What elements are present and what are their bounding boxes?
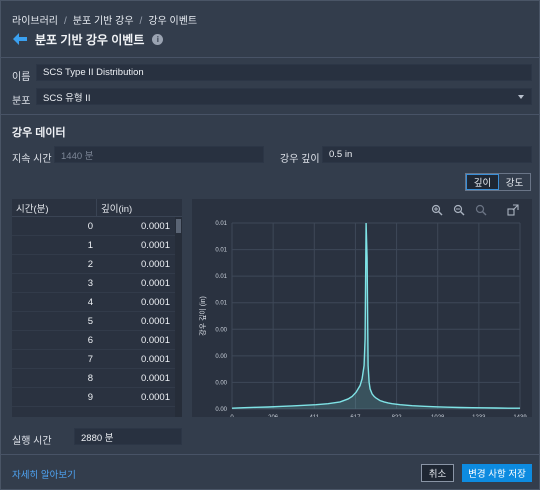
x-tick-label: 1233 [472,415,486,417]
cell-time[interactable]: 7 [12,350,97,368]
breadcrumb-item-distribution-rainfall[interactable]: 분포 기반 강우 [73,16,134,27]
cell-time[interactable]: 1 [12,236,97,254]
chevron-down-icon [518,95,524,99]
cell-depth[interactable]: 0.0001 [97,388,174,406]
back-arrow-icon[interactable] [12,32,28,46]
cell-time[interactable]: 0 [12,217,97,235]
table-row[interactable]: 5 0.0001 [12,312,182,331]
cell-time[interactable]: 8 [12,369,97,387]
column-header-depth[interactable]: 깊이(in) [97,199,174,216]
y-tick-label: 0.00 [215,327,227,333]
table-row[interactable]: 1 0.0001 [12,236,182,255]
page-title: 분포 기반 강우 이벤트 [35,32,145,47]
depth-intensity-toggle: 깊이 강도 [465,173,531,191]
cell-depth[interactable]: 0.0001 [97,217,174,235]
cancel-button[interactable]: 취소 [421,464,454,482]
cell-depth[interactable]: 0.0001 [97,350,174,368]
table-scrollbar[interactable] [175,217,182,417]
table-row[interactable]: 4 0.0001 [12,293,182,312]
cell-depth[interactable]: 0.0001 [97,236,174,254]
x-tick-label: 206 [268,415,279,417]
learn-more-link[interactable]: 자세히 알아보기 [12,467,76,481]
cell-depth[interactable]: 0.0001 [97,274,174,292]
y-tick-label: 0.01 [215,274,227,280]
rain-data-heading: 강우 데이터 [12,127,66,139]
cell-time[interactable]: 4 [12,293,97,311]
distribution-label: 분포 [12,96,31,107]
y-axis-title: 강우 깊이 (in) [198,296,207,336]
y-tick-label: 0.01 [215,248,227,254]
cell-depth[interactable]: 0.0001 [97,369,174,387]
y-tick-label: 0.01 [215,301,227,307]
table-scrollbar-thumb[interactable] [176,219,181,233]
distribution-select[interactable]: SCS 유형 II [36,88,532,105]
cell-time[interactable]: 5 [12,312,97,330]
duration-input[interactable]: 1440 분 [54,146,264,163]
y-tick-label: 0.00 [215,407,227,413]
name-input[interactable]: SCS Type II Distribution [36,64,532,81]
series-area [232,223,520,409]
cell-time[interactable]: 3 [12,274,97,292]
tab-intensity[interactable]: 강도 [499,174,530,190]
header-divider [0,57,540,58]
distribution-select-value: SCS 유형 II [43,92,91,104]
breadcrumb-item-library[interactable]: 라이브러리 [12,16,58,27]
run-time-label: 실행 시간 [12,436,52,447]
x-tick-label: 1028 [431,415,445,417]
column-header-time[interactable]: 시간(분) [12,199,97,216]
y-tick-label: 0.00 [215,354,227,360]
x-tick-label: 822 [392,415,403,417]
table-row[interactable]: 0 0.0001 [12,217,182,236]
cell-depth[interactable]: 0.0001 [97,293,174,311]
run-time-input[interactable]: 2880 분 [74,428,182,445]
table-row[interactable]: 3 0.0001 [12,274,182,293]
rain-depth-input[interactable]: 0.5 in [322,146,532,163]
breadcrumb-item-current: 강우 이벤트 [148,16,198,27]
name-label: 이름 [12,72,31,83]
tab-depth[interactable]: 깊이 [466,174,499,190]
x-tick-label: 411 [309,415,319,417]
cell-time[interactable]: 2 [12,255,97,273]
cell-depth[interactable]: 0.0001 [97,255,174,273]
table-row[interactable]: 7 0.0001 [12,350,182,369]
x-tick-label: 617 [350,415,361,417]
table-row[interactable]: 6 0.0001 [12,331,182,350]
cell-time[interactable]: 6 [12,331,97,349]
x-tick-label: 0 [230,415,234,417]
series-line [231,222,520,409]
y-tick-label: 0.00 [215,380,227,386]
rain-depth-chart: 0 206 411 617 822 1028 1233 1439 0.00 0.00 0.00 0.0… [198,221,527,417]
table-header: 시간(분) 깊이(in) [12,199,182,217]
table-row[interactable]: 2 0.0001 [12,255,182,274]
cell-depth[interactable]: 0.0001 [97,331,174,349]
rain-depth-label: 강우 깊이 [280,154,320,165]
rain-data-table: 시간(분) 깊이(in) 0 0.0001 1 0.0001 2 0.0001 3 0.000… [12,199,182,417]
footer-divider [0,454,540,455]
table-row[interactable]: 8 0.0001 [12,369,182,388]
save-changes-button[interactable]: 변경 사항 저장 [462,464,532,482]
info-icon[interactable]: i [152,33,164,45]
cell-depth[interactable]: 0.0001 [97,312,174,330]
table-row[interactable]: 9 0.0001 [12,388,182,407]
x-tick-label: 1439 [513,415,527,417]
y-tick-label: 0.01 [215,221,227,227]
duration-label: 지속 시간 [12,154,52,165]
cell-time[interactable]: 9 [12,388,97,406]
section-divider [0,114,540,115]
breadcrumb: 라이브러리 / 분포 기반 강우 / 강우 이벤트 [12,16,198,27]
